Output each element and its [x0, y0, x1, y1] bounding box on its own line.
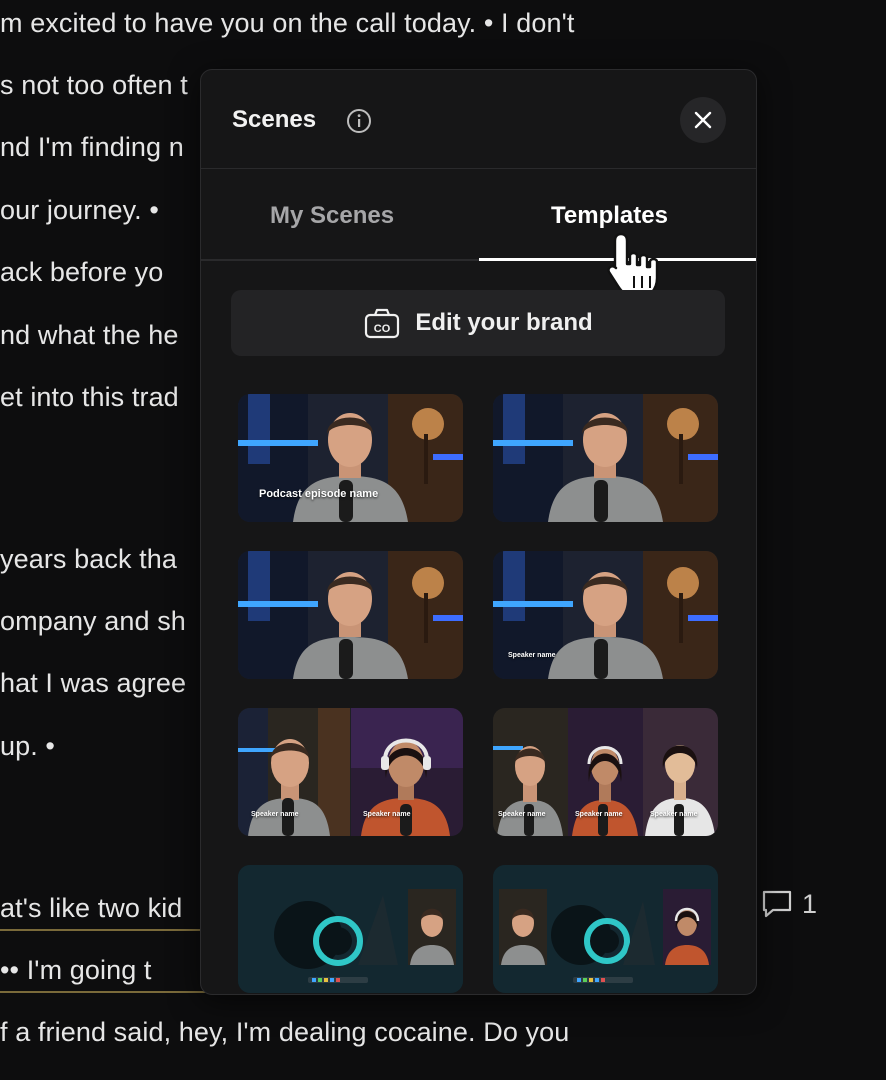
template-thumbnail — [238, 394, 463, 522]
tab-my-scenes[interactable]: My Scenes — [270, 202, 394, 230]
edit-brand-button[interactable]: CO Edit your brand — [231, 290, 725, 356]
template-label: Speaker name — [650, 811, 698, 818]
template-thumbnail — [493, 394, 718, 522]
close-button[interactable] — [680, 97, 726, 143]
scenes-panel: Scenes My Scenes Templates CO Edit your … — [200, 69, 757, 995]
template-card[interactable] — [238, 551, 463, 679]
transcript-line: et into this trad — [0, 382, 179, 412]
scene-tabs: My Scenes Templates — [201, 169, 756, 261]
comment-icon — [762, 890, 792, 918]
tab-templates[interactable]: Templates — [551, 202, 668, 230]
transcript-line: up. • — [0, 731, 55, 761]
transcript-line: nd I'm finding n — [0, 132, 184, 162]
template-label: Speaker name — [508, 652, 556, 659]
transcript-line: m excited to have you on the call today.… — [0, 8, 575, 38]
transcript-line: ompany and sh — [0, 606, 186, 636]
template-label: Speaker name — [575, 811, 623, 818]
template-thumbnail — [238, 865, 463, 993]
transcript-line: our journey. • — [0, 195, 159, 225]
template-thumbnail — [493, 865, 718, 993]
template-card[interactable]: Podcast episode name — [238, 394, 463, 522]
transcript-line: years back tha — [0, 544, 177, 574]
transcript-line: ack before yo — [0, 257, 164, 287]
template-card[interactable] — [238, 865, 463, 993]
template-label: Speaker name — [251, 811, 299, 818]
comment-indicator[interactable]: 1 — [760, 888, 817, 920]
template-thumbnail — [493, 551, 718, 679]
transcript-line: f a friend said, hey, I'm dealing cocain… — [0, 1017, 570, 1047]
close-icon — [694, 111, 712, 129]
template-label: Speaker name — [498, 811, 546, 818]
template-card[interactable] — [493, 394, 718, 522]
template-label: Speaker name — [363, 811, 411, 818]
template-label: Podcast episode name — [259, 488, 379, 500]
panel-header: Scenes — [201, 70, 756, 169]
edit-brand-label: Edit your brand — [415, 309, 593, 336]
template-grid: Podcast episode name Speaker name Speake… — [238, 394, 718, 993]
transcript-line: at's like two kid — [0, 893, 183, 923]
transcript-line: s not too often t — [0, 70, 188, 100]
highlight-bar — [0, 929, 205, 931]
comment-count: 1 — [802, 888, 818, 919]
brand-kit-icon: CO — [365, 308, 400, 339]
panel-title: Scenes — [232, 106, 317, 133]
info-icon[interactable] — [346, 108, 372, 134]
template-card[interactable]: Speaker name Speaker name — [238, 708, 463, 836]
template-card[interactable]: Speaker name — [493, 551, 718, 679]
transcript-line: nd what the he — [0, 320, 179, 350]
template-card[interactable]: Speaker name Speaker name Speaker name — [493, 708, 718, 836]
transcript-line: hat I was agree — [0, 668, 187, 698]
template-card[interactable] — [493, 865, 718, 993]
highlight-bar — [0, 991, 205, 993]
transcript-line: •• I'm going t — [0, 955, 152, 985]
svg-text:CO: CO — [374, 323, 391, 335]
template-thumbnail — [238, 551, 463, 679]
